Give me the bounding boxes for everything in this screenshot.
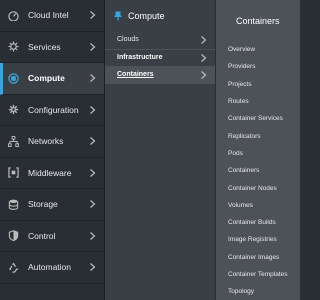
tertiary-item-volumes[interactable]: Volumes bbox=[216, 197, 300, 214]
nav-item-middleware[interactable]: Middleware bbox=[0, 158, 104, 189]
nav-item-configuration[interactable]: Configuration bbox=[0, 95, 104, 126]
tertiary-item-container-services[interactable]: Container Services bbox=[216, 110, 300, 127]
secondary-item-label: Containers bbox=[117, 71, 154, 79]
nav-item-control[interactable]: Control bbox=[0, 221, 104, 252]
nav-item-cloud-intel[interactable]: Cloud Intel bbox=[0, 0, 104, 32]
nav-item-networks[interactable]: Networks bbox=[0, 126, 104, 158]
nav-item-compute[interactable]: Compute bbox=[0, 63, 104, 95]
tertiary-item-container-templates[interactable]: Container Templates bbox=[216, 266, 300, 283]
chevron-right-icon bbox=[89, 231, 96, 240]
secondary-item-clouds[interactable]: Clouds bbox=[105, 31, 215, 49]
network-icon bbox=[7, 135, 20, 148]
tertiary-item-container-nodes[interactable]: Container Nodes bbox=[216, 179, 300, 196]
chevron-right-icon bbox=[200, 35, 207, 44]
tertiary-nav-title: Containers bbox=[236, 15, 280, 26]
database-icon bbox=[7, 198, 20, 211]
secondary-nav-title: Compute bbox=[128, 10, 165, 21]
tertiary-nav: Containers Overview Providers Projects R… bbox=[216, 0, 300, 300]
tertiary-item-projects[interactable]: Projects bbox=[216, 76, 300, 93]
secondary-item-infrastructure[interactable]: Infrastructure bbox=[105, 48, 215, 67]
secondary-nav: Compute Clouds Infrastructure Containers bbox=[105, 0, 216, 300]
tertiary-item-topology[interactable]: Topology bbox=[216, 283, 300, 300]
cog-icon bbox=[7, 40, 20, 53]
cpu-icon bbox=[7, 72, 20, 85]
secondary-item-containers[interactable]: Containers bbox=[105, 66, 215, 84]
gear-icon bbox=[7, 103, 20, 116]
shield-icon bbox=[7, 229, 20, 242]
tertiary-item-overview[interactable]: Overview bbox=[216, 41, 300, 58]
tertiary-item-replicators[interactable]: Replicators bbox=[216, 127, 300, 144]
primary-nav: Cloud Intel Services Compute Configurati… bbox=[0, 0, 105, 300]
tertiary-item-container-images[interactable]: Container Images bbox=[216, 249, 300, 266]
tertiary-item-containers[interactable]: Containers bbox=[216, 162, 300, 179]
secondary-item-label: Infrastructure bbox=[117, 54, 163, 62]
secondary-nav-header: Compute bbox=[105, 0, 215, 31]
nav-item-services[interactable]: Services bbox=[0, 32, 104, 63]
recycle-icon bbox=[7, 261, 20, 274]
tertiary-item-container-builds[interactable]: Container Builds bbox=[216, 214, 300, 231]
nav-item-automation[interactable]: Automation bbox=[0, 252, 104, 284]
tertiary-item-providers[interactable]: Providers bbox=[216, 58, 300, 75]
chevron-right-icon bbox=[89, 42, 96, 51]
secondary-item-label: Clouds bbox=[117, 36, 139, 44]
dashboard-icon bbox=[7, 9, 20, 22]
chevron-right-icon bbox=[89, 263, 96, 272]
app-root: Cloud Intel Services Compute Configurati… bbox=[0, 0, 300, 300]
nav-item-storage[interactable]: Storage bbox=[0, 189, 104, 221]
chevron-right-icon bbox=[200, 53, 207, 62]
chevron-right-icon bbox=[89, 200, 96, 209]
chevron-right-icon bbox=[200, 70, 207, 79]
chevron-right-icon bbox=[89, 168, 96, 177]
chevron-right-icon bbox=[89, 137, 96, 146]
chevron-right-icon bbox=[89, 74, 96, 83]
middleware-icon bbox=[7, 166, 20, 179]
chevron-right-icon bbox=[89, 11, 96, 20]
chevron-right-icon bbox=[89, 105, 96, 114]
tertiary-item-pods[interactable]: Pods bbox=[216, 145, 300, 162]
tertiary-item-routes[interactable]: Routes bbox=[216, 93, 300, 110]
tertiary-item-image-registries[interactable]: Image Registries bbox=[216, 231, 300, 248]
pin-icon[interactable] bbox=[114, 11, 122, 21]
